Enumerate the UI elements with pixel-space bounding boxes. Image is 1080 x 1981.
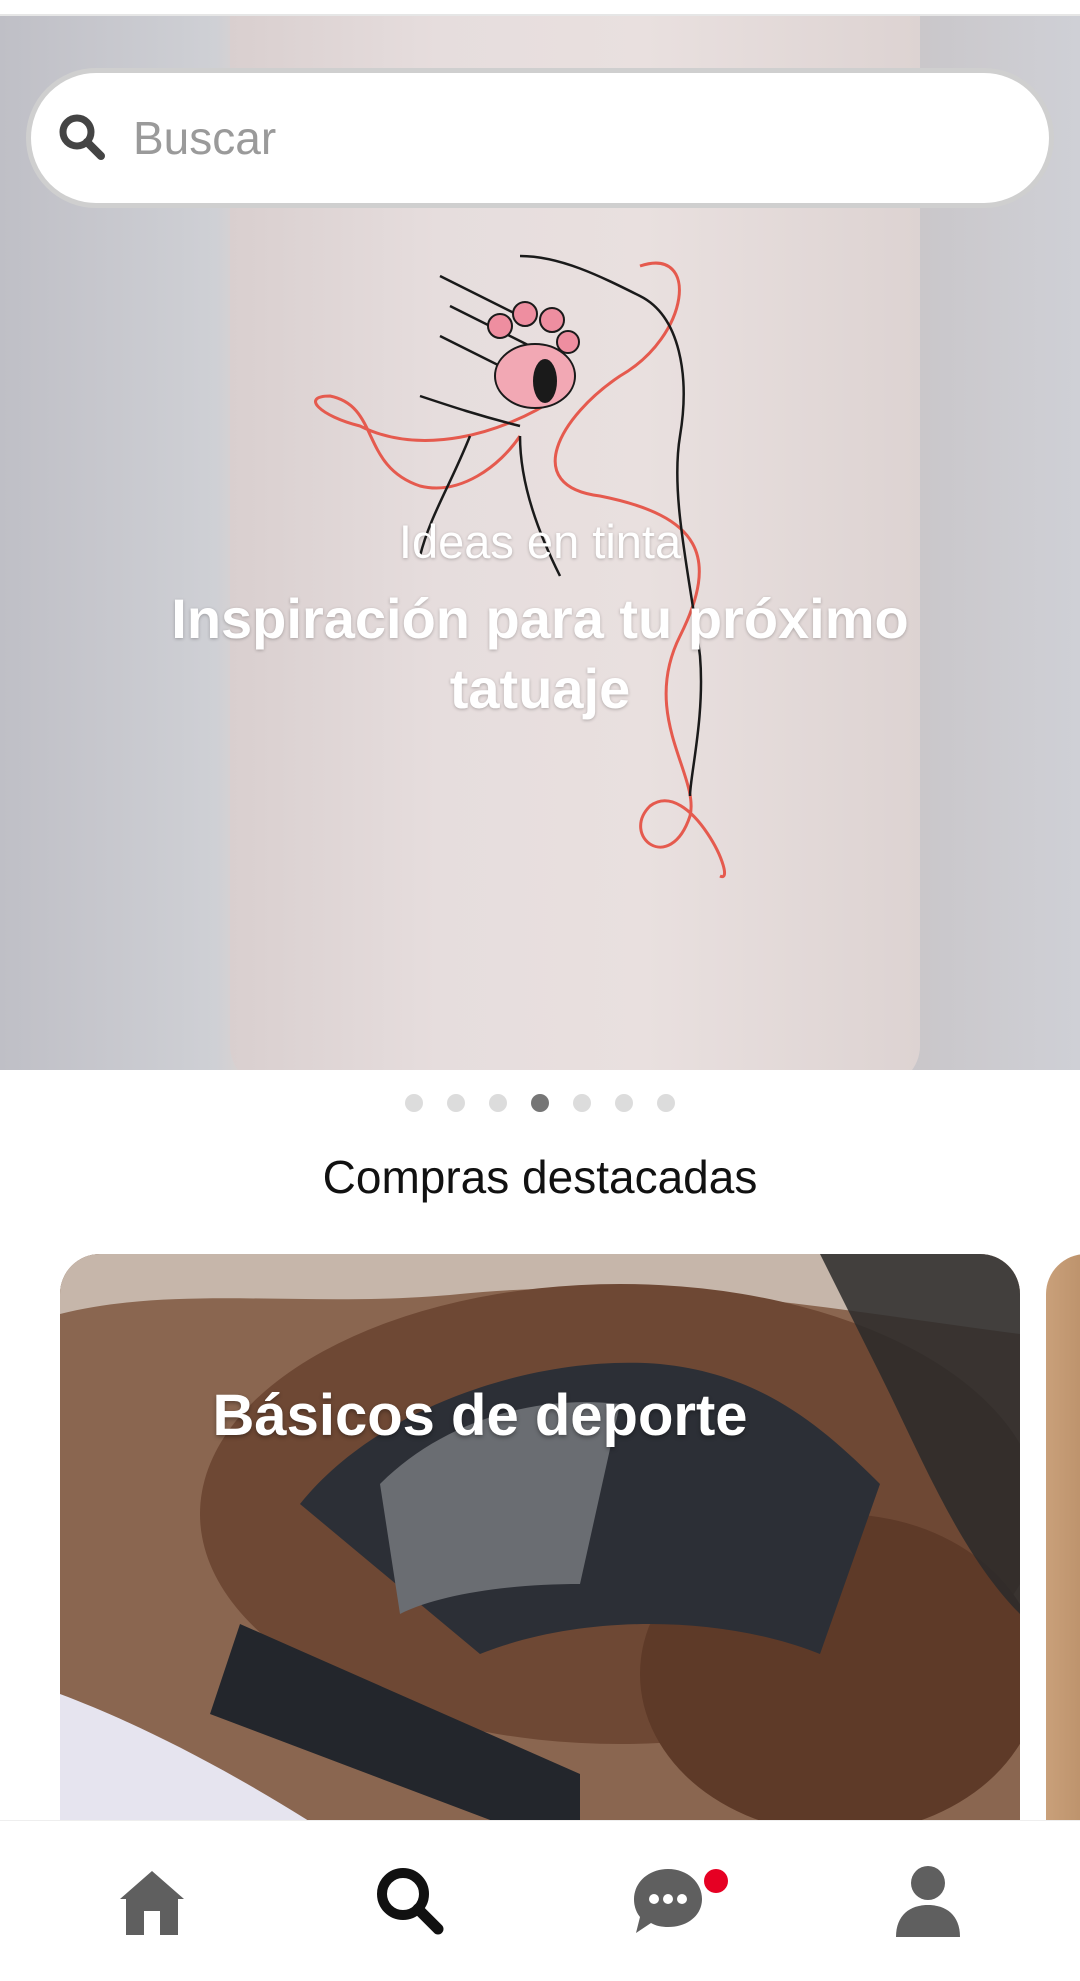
featured-card[interactable] [60, 1254, 1020, 1854]
hero-title: Inspiración para tu próximo tatuaje [171, 587, 909, 720]
pagination-dot[interactable] [447, 1094, 465, 1112]
carousel-pagination [0, 1094, 1080, 1112]
section-title: Compras destacadas [322, 1151, 758, 1203]
nav-search[interactable] [360, 1851, 460, 1951]
pagination-dot[interactable] [405, 1094, 423, 1112]
hero-eyebrow: Ideas en tinta [398, 515, 682, 568]
home-icon [120, 1871, 184, 1935]
pagination-dot[interactable] [573, 1094, 591, 1112]
nav-profile[interactable] [878, 1851, 978, 1951]
pagination-dot-active[interactable] [531, 1094, 549, 1112]
search-placeholder: Buscar [133, 112, 277, 164]
search-bar[interactable]: Buscar [26, 68, 1054, 208]
search-icon [59, 114, 105, 160]
card-image-sports-bra [60, 1254, 1020, 1854]
next-card-peek[interactable] [1046, 1254, 1080, 1854]
pagination-dot[interactable] [489, 1094, 507, 1112]
nav-messages[interactable] [618, 1851, 728, 1951]
featured-card-title: Básicos de deporte [212, 1383, 748, 1448]
bottom-navigation [0, 1820, 1080, 1981]
profile-icon [896, 1866, 960, 1937]
pagination-dot[interactable] [657, 1094, 675, 1112]
hero-carousel-slide[interactable]: Buscar Ideas en tinta Inspiración para t… [0, 16, 1080, 1070]
status-bar-edge [0, 0, 1080, 16]
notification-dot [704, 1869, 728, 1893]
nav-home[interactable] [102, 1851, 202, 1951]
chat-icon [634, 1869, 702, 1933]
pagination-dot[interactable] [615, 1094, 633, 1112]
search-icon [377, 1868, 444, 1935]
